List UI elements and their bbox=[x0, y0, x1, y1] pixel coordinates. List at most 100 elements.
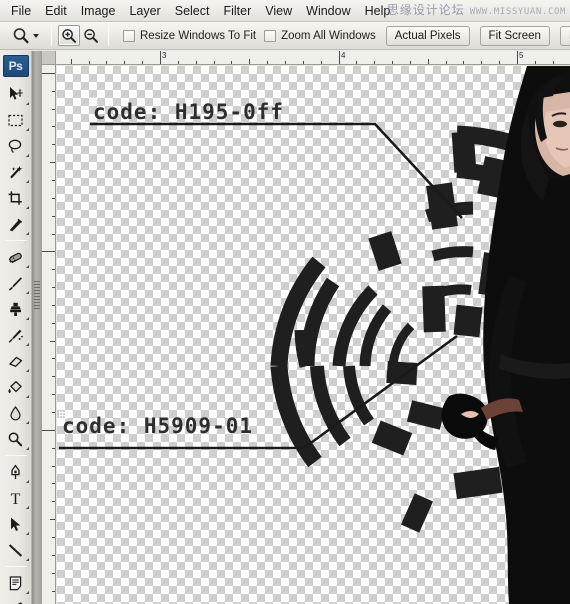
path-selection-tool[interactable] bbox=[1, 511, 31, 537]
ruler-tick bbox=[231, 61, 232, 64]
ruler-tick bbox=[52, 483, 55, 484]
zoom-all-windows-option[interactable]: Zoom All Windows bbox=[264, 30, 376, 42]
tool-flyout-indicator[interactable] bbox=[26, 532, 29, 535]
tool-flyout-indicator[interactable] bbox=[26, 128, 29, 131]
resize-windows-checkbox[interactable] bbox=[123, 30, 135, 42]
photoshop-logo: Ps bbox=[3, 55, 29, 77]
tool-flyout-indicator[interactable] bbox=[26, 232, 29, 235]
ruler-tick bbox=[106, 61, 107, 64]
history-brush-tool[interactable] bbox=[1, 322, 31, 348]
tool-flyout-indicator[interactable] bbox=[26, 421, 29, 424]
tool-flyout-indicator[interactable] bbox=[26, 206, 29, 209]
type-tool[interactable]: T bbox=[1, 485, 31, 511]
tool-flyout-indicator[interactable] bbox=[26, 591, 29, 594]
menu-window[interactable]: Window bbox=[299, 2, 357, 20]
clone-stamp-tool[interactable] bbox=[1, 296, 31, 322]
artwork-layer bbox=[57, 66, 570, 604]
tool-flyout-indicator[interactable] bbox=[26, 395, 29, 398]
dodge-tool[interactable] bbox=[1, 426, 31, 452]
ruler-tick bbox=[374, 61, 375, 64]
horizontal-ruler[interactable]: 345 bbox=[56, 51, 570, 65]
ruler-tick bbox=[52, 448, 55, 449]
line-shape-tool[interactable] bbox=[1, 537, 31, 563]
tool-flyout-indicator[interactable] bbox=[26, 558, 29, 561]
tool-flyout-indicator[interactable] bbox=[26, 447, 29, 450]
ruler-tick bbox=[52, 126, 55, 127]
ruler-tick bbox=[392, 61, 393, 64]
options-divider-2 bbox=[108, 26, 109, 46]
ruler-tick bbox=[50, 162, 55, 163]
document-canvas[interactable]: code: H195-0ff code: H5909-01 bbox=[57, 66, 570, 604]
tool-flyout-indicator[interactable] bbox=[26, 265, 29, 268]
ruler-tick bbox=[285, 61, 286, 64]
eraser-tool[interactable] bbox=[1, 348, 31, 374]
magic-wand-tool[interactable] bbox=[1, 159, 31, 185]
zoom-mode-group bbox=[58, 25, 102, 46]
ruler-tick bbox=[463, 61, 464, 64]
notes-tool[interactable] bbox=[1, 570, 31, 596]
tool-flyout-indicator[interactable] bbox=[26, 180, 29, 183]
paint-bucket-tool[interactable] bbox=[1, 374, 31, 400]
vertical-ruler[interactable] bbox=[42, 65, 56, 604]
tool-divider-2 bbox=[5, 455, 27, 456]
ruler-tick bbox=[52, 466, 55, 467]
move-tool[interactable] bbox=[1, 81, 31, 107]
menu-layer[interactable]: Layer bbox=[122, 2, 167, 20]
ruler-tick bbox=[249, 59, 250, 64]
resize-windows-to-fit-option[interactable]: Resize Windows To Fit bbox=[123, 30, 256, 42]
ruler-tick bbox=[52, 91, 55, 92]
ruler-tick bbox=[52, 198, 55, 199]
tool-flyout-indicator[interactable] bbox=[26, 291, 29, 294]
zoom-in-button[interactable] bbox=[58, 25, 80, 46]
ruler-tick bbox=[481, 61, 482, 64]
zoom-all-windows-checkbox[interactable] bbox=[264, 30, 276, 42]
menu-bar: File Edit Image Layer Select Filter View… bbox=[0, 0, 570, 22]
ruler-tick bbox=[428, 59, 429, 64]
tool-flyout-indicator[interactable] bbox=[26, 480, 29, 483]
ruler-tick bbox=[321, 61, 322, 64]
crop-tool[interactable] bbox=[1, 185, 31, 211]
menu-image[interactable]: Image bbox=[74, 2, 123, 20]
ruler-tick bbox=[52, 555, 55, 556]
blur-tool[interactable] bbox=[1, 400, 31, 426]
eyedropper-tool[interactable] bbox=[1, 596, 31, 604]
ruler-tick bbox=[52, 180, 55, 181]
ruler-tick bbox=[52, 216, 55, 217]
ruler-tick bbox=[52, 234, 55, 235]
menu-filter[interactable]: Filter bbox=[216, 2, 258, 20]
menu-file[interactable]: File bbox=[4, 2, 38, 20]
print-size-button[interactable]: Print Size bbox=[560, 26, 570, 46]
menu-select[interactable]: Select bbox=[168, 2, 217, 20]
tools-panel: Ps bbox=[0, 51, 32, 604]
ruler-tick bbox=[42, 251, 55, 252]
ruler-tick bbox=[214, 61, 215, 64]
chevron-down-icon[interactable] bbox=[33, 34, 39, 38]
menu-edit[interactable]: Edit bbox=[38, 2, 74, 20]
zoom-out-button[interactable] bbox=[80, 25, 102, 46]
lasso-tool[interactable] bbox=[1, 133, 31, 159]
tool-divider-1 bbox=[5, 240, 27, 241]
ruler-tick bbox=[52, 573, 55, 574]
tool-flyout-indicator[interactable] bbox=[26, 369, 29, 372]
actual-pixels-button[interactable]: Actual Pixels bbox=[386, 26, 470, 46]
tool-flyout-indicator[interactable] bbox=[26, 154, 29, 157]
slice-tool[interactable] bbox=[1, 211, 31, 237]
tool-flyout-indicator[interactable] bbox=[26, 317, 29, 320]
menu-view[interactable]: View bbox=[258, 2, 299, 20]
brush-tool[interactable] bbox=[1, 270, 31, 296]
rectangular-marquee-tool[interactable] bbox=[1, 107, 31, 133]
tool-divider-3 bbox=[5, 566, 27, 567]
ruler-corner[interactable] bbox=[42, 51, 56, 65]
ruler-tick bbox=[52, 501, 55, 502]
pen-tool[interactable] bbox=[1, 459, 31, 485]
healing-brush-tool[interactable] bbox=[1, 244, 31, 270]
ruler-label: 4 bbox=[339, 51, 345, 60]
tool-flyout-indicator[interactable] bbox=[26, 343, 29, 346]
tool-flyout-indicator[interactable] bbox=[26, 102, 29, 105]
active-tool-preview[interactable] bbox=[10, 27, 45, 45]
gutter-grip[interactable] bbox=[34, 281, 40, 309]
fit-screen-button[interactable]: Fit Screen bbox=[480, 26, 550, 46]
tool-flyout-indicator[interactable] bbox=[26, 506, 29, 509]
ruler-tick bbox=[52, 144, 55, 145]
panel-gutter[interactable] bbox=[32, 51, 42, 604]
